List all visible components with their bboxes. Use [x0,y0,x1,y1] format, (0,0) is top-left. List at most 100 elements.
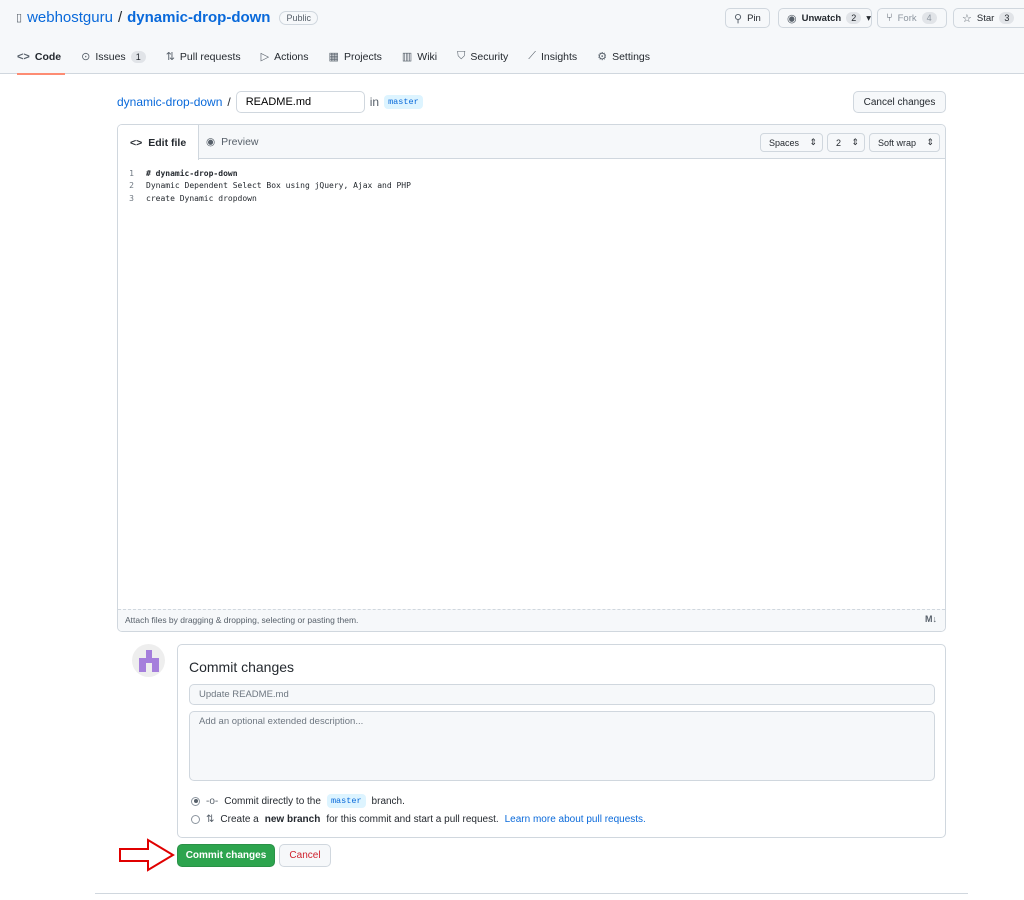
play-icon: ▷ [260,51,270,63]
tab-settings[interactable]: ⚙ Settings [597,48,650,73]
tab-label: Settings [612,50,651,63]
tab-issues[interactable]: ⊙ Issues 1 [81,48,146,73]
indent-mode-value: Spaces [769,137,800,148]
commit-changes-button[interactable]: Commit changes [177,844,275,867]
tab-projects[interactable]: ▦ Projects [329,48,382,73]
indent-mode-select[interactable]: Spaces ⇕ [760,133,823,152]
repo-link[interactable]: dynamic-drop-down [127,9,270,26]
tab-label: Projects [343,50,382,63]
visibility-badge: Public [279,10,318,25]
file-editor: <> Edit file ◉ Preview Spaces ⇕ 2 ⇕ Soft wra… [117,124,946,632]
learn-more-link[interactable]: Learn more about pull requests. [505,814,646,825]
in-label: in [369,95,380,109]
select-arrows-icon: ⇕ [926,137,934,147]
graph-icon: ⟋ [528,50,536,62]
line-number: 1 [129,169,134,178]
tab-label: Security [470,50,509,63]
attach-files-bar[interactable]: Attach files by dragging & dropping, sel… [118,609,945,631]
tab-label: Wiki [417,50,438,63]
line-text: create Dynamic dropdown [146,193,257,203]
radio-unselected[interactable] [191,815,200,824]
fork-label: Fork [897,12,917,24]
code-line: 2 Dynamic Dependent Select Box using jQue… [118,180,945,192]
indent-size-select[interactable]: 2 ⇕ [827,133,865,152]
book-icon: ▥ [401,51,413,63]
eye-icon: ◉ [787,12,797,25]
repo-icon: ▯ [16,12,23,24]
cancel-button[interactable]: Cancel [279,844,331,867]
caret-down-icon: ▾ [866,12,871,24]
commit-direct-option[interactable]: -o- Commit directly to the master branch. [191,794,405,808]
annotation-arrow-icon [119,838,175,872]
branch-badge: master [326,794,366,808]
markdown-icon: M↓ [925,614,937,624]
line-number: 3 [129,193,134,203]
pin-button[interactable]: ⚲ Pin [725,8,770,28]
star-label: Star [976,12,995,24]
code-icon: <> [130,136,143,149]
fork-button[interactable]: ⑂ Fork 4 [877,8,947,28]
issue-icon: ⊙ [81,51,91,63]
table-icon: ▦ [328,51,339,63]
select-arrows-icon: ⇕ [809,137,817,147]
owner-link[interactable]: webhostguru [27,9,113,26]
radio-selected[interactable] [191,796,200,806]
pull-request-icon: ⇅ [206,814,215,825]
indent-size-value: 2 [836,137,842,148]
unwatch-button[interactable]: ◉ Unwatch 2 ▾ [778,8,872,28]
star-button[interactable]: ☆ Star 3 [953,8,1024,28]
unwatch-label: Unwatch [801,12,842,24]
avatar [132,644,165,677]
tab-insights[interactable]: ⟋ Insights [528,48,577,73]
repo-title: ▯ webhostguru / dynamic-drop-down Public [16,9,318,26]
tab-code[interactable]: <> Code [17,48,66,75]
fork-count: 4 [921,12,937,24]
repo-nav: <> Code ⊙ Issues 1 ⇅ Pull requests ▷ Actions … [17,48,670,75]
branch-badge: master [384,95,423,109]
tab-preview[interactable]: ◉ Preview [194,125,271,159]
tab-wiki[interactable]: ▥ Wiki [402,48,437,73]
file-path: dynamic-drop-down / in master [117,91,423,113]
path-separator: / [227,95,231,109]
pin-label: Pin [747,12,761,24]
option-text: branch. [371,795,405,807]
tab-label: Issues [95,50,126,63]
tab-label: Insights [541,50,578,63]
tab-edit-file[interactable]: <> Edit file [118,125,200,160]
commit-icon: -o- [206,795,219,807]
tab-actions[interactable]: ▷ Actions [261,48,309,73]
commit-summary-input[interactable]: Update README.md [189,684,935,705]
commit-title: Commit changes [189,659,295,675]
tab-label: Pull requests [179,50,241,63]
pull-request-icon: ⇅ [165,51,175,63]
filename-input[interactable] [235,91,365,113]
code-icon: <> [17,50,30,63]
issues-count: 1 [130,50,146,63]
code-line: 1 # dynamic-drop-down [118,168,945,180]
code-area[interactable]: 1 # dynamic-drop-down 2 Dynamic Dependent … [118,159,945,205]
line-text: # dynamic-drop-down [146,169,238,178]
gear-icon: ⚙ [597,51,608,63]
tab-label: Actions [274,50,309,63]
code-line: 3 create Dynamic dropdown [118,193,945,205]
tab-security[interactable]: ⛉ Security [457,48,508,73]
wrap-mode-value: Soft wrap [878,137,917,148]
commit-description-textarea[interactable]: Add an optional extended description... [189,711,935,781]
option-text: Create a [220,814,259,825]
option-text: for this commit and start a pull request… [326,814,499,825]
identicon [138,649,159,672]
wrap-mode-select[interactable]: Soft wrap ⇕ [869,133,940,152]
attach-files-text: Attach files by dragging & dropping, sel… [125,615,359,625]
option-text: Commit directly to the [224,795,321,807]
tab-label: Preview [221,136,259,148]
tab-label: Edit file [148,136,187,149]
commit-form: Commit changes Update README.md Add an o… [177,644,946,838]
fork-icon: ⑂ [886,12,893,24]
cancel-changes-button[interactable]: Cancel changes [853,91,946,113]
star-count: 3 [999,12,1015,24]
commit-new-branch-option[interactable]: ⇅ Create a new branch for this commit and s… [191,814,646,825]
tab-pull-requests[interactable]: ⇅ Pull requests [166,48,241,73]
line-number: 2 [129,181,134,191]
repo-breadcrumb-link[interactable]: dynamic-drop-down [117,95,222,109]
option-bold: new branch [264,814,321,825]
